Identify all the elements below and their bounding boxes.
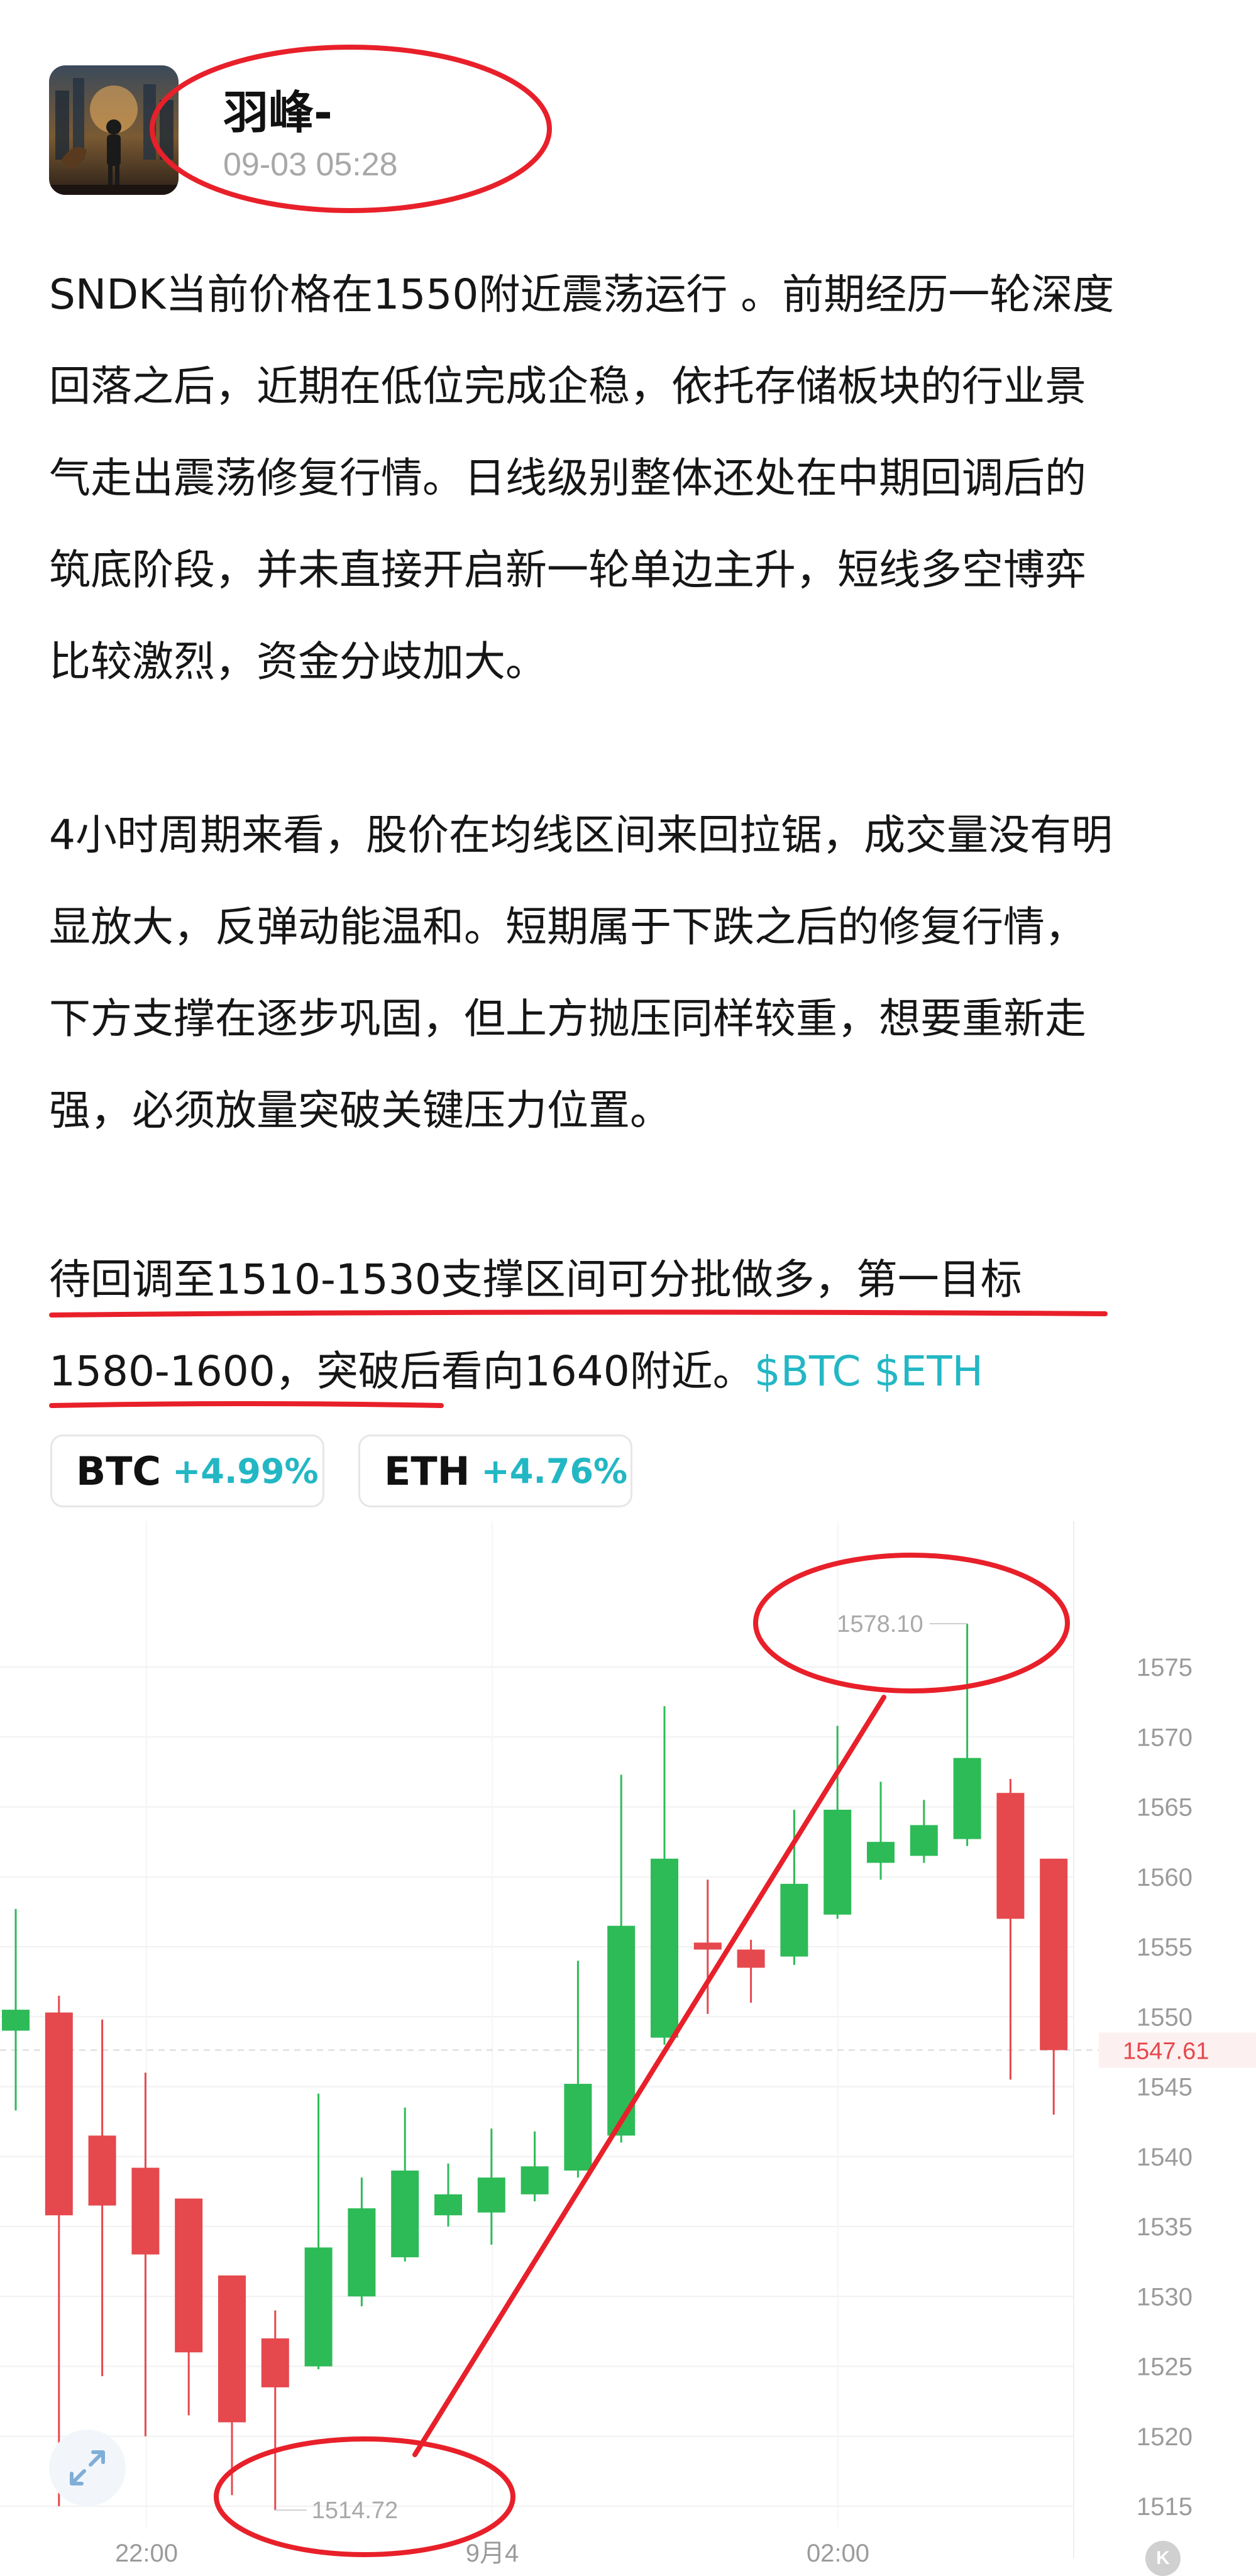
candle-body [391,2171,419,2257]
candle-body [348,2208,376,2297]
x-tick-label: 22:00 [115,2540,178,2567]
x-tick-label: 9月4 [466,2540,519,2567]
candle-body [2,2010,30,2031]
candle-body [218,2275,246,2423]
candle-body [996,1793,1025,1919]
candle-body [521,2166,549,2194]
candle-body [953,1758,981,1839]
annotation-underline-2 [49,1401,444,1408]
low-price-label: 1514.72 [312,2497,398,2524]
y-tick-label: 1550 [1137,2003,1193,2031]
candle-body [693,1942,722,1950]
chart-labels: 1515 1520 1525 1530 1535 1540 1545 1550 1555 1560… [115,1611,1256,2567]
candlestick-chart[interactable]: 1515 1520 1525 1530 1535 1540 1545 1550 1555 1560… [0,0,1256,2571]
candle-body [304,2247,333,2367]
annotation-circle-low [214,2436,515,2557]
chart-grid [0,1521,1119,2558]
candle-body [737,1949,765,1968]
y-tick-label: 1555 [1137,1934,1193,1961]
candle-body [261,2338,289,2387]
last-price-label: 1547.61 [1123,2038,1209,2064]
y-tick-label: 1575 [1137,1654,1193,1682]
y-tick-label: 1520 [1137,2423,1193,2451]
y-tick-label: 1525 [1137,2353,1193,2381]
candle-body [651,1858,678,2038]
candle-body [45,2012,73,2216]
expand-chart-button[interactable] [49,2430,126,2506]
candle-body [564,2084,592,2171]
candle-body [780,1883,808,1957]
y-tick-label: 1560 [1137,1864,1193,1891]
y-tick-label: 1530 [1137,2283,1193,2311]
candle-body [88,2135,116,2206]
y-tick-label: 1540 [1137,2144,1193,2171]
candle-body [867,1842,895,1863]
candle-body [910,1825,938,1856]
candle-body [1040,1858,1068,2050]
annotation-underline-1 [49,1309,1108,1318]
y-tick-label: 1565 [1137,1794,1193,1822]
candle-body [131,2167,160,2255]
candle-body [477,2177,505,2213]
x-tick-label: 02:00 [807,2540,869,2567]
expand-icon [70,2450,105,2485]
candle-body [434,2194,462,2216]
annotation-circle-author [150,45,552,213]
y-tick-label: 1535 [1137,2213,1193,2241]
hand-drawn-annotations [49,45,1108,2557]
high-price-label: 1578.10 [837,1611,923,1638]
chart-candles [2,1624,1068,2511]
annotation-trend-line [412,1695,886,2457]
y-tick-label: 1515 [1137,2493,1193,2521]
y-tick-label: 1545 [1137,2074,1193,2101]
y-tick-label: 1570 [1137,1724,1193,1751]
candle-body [175,2198,203,2353]
candle-body [824,1809,852,1915]
